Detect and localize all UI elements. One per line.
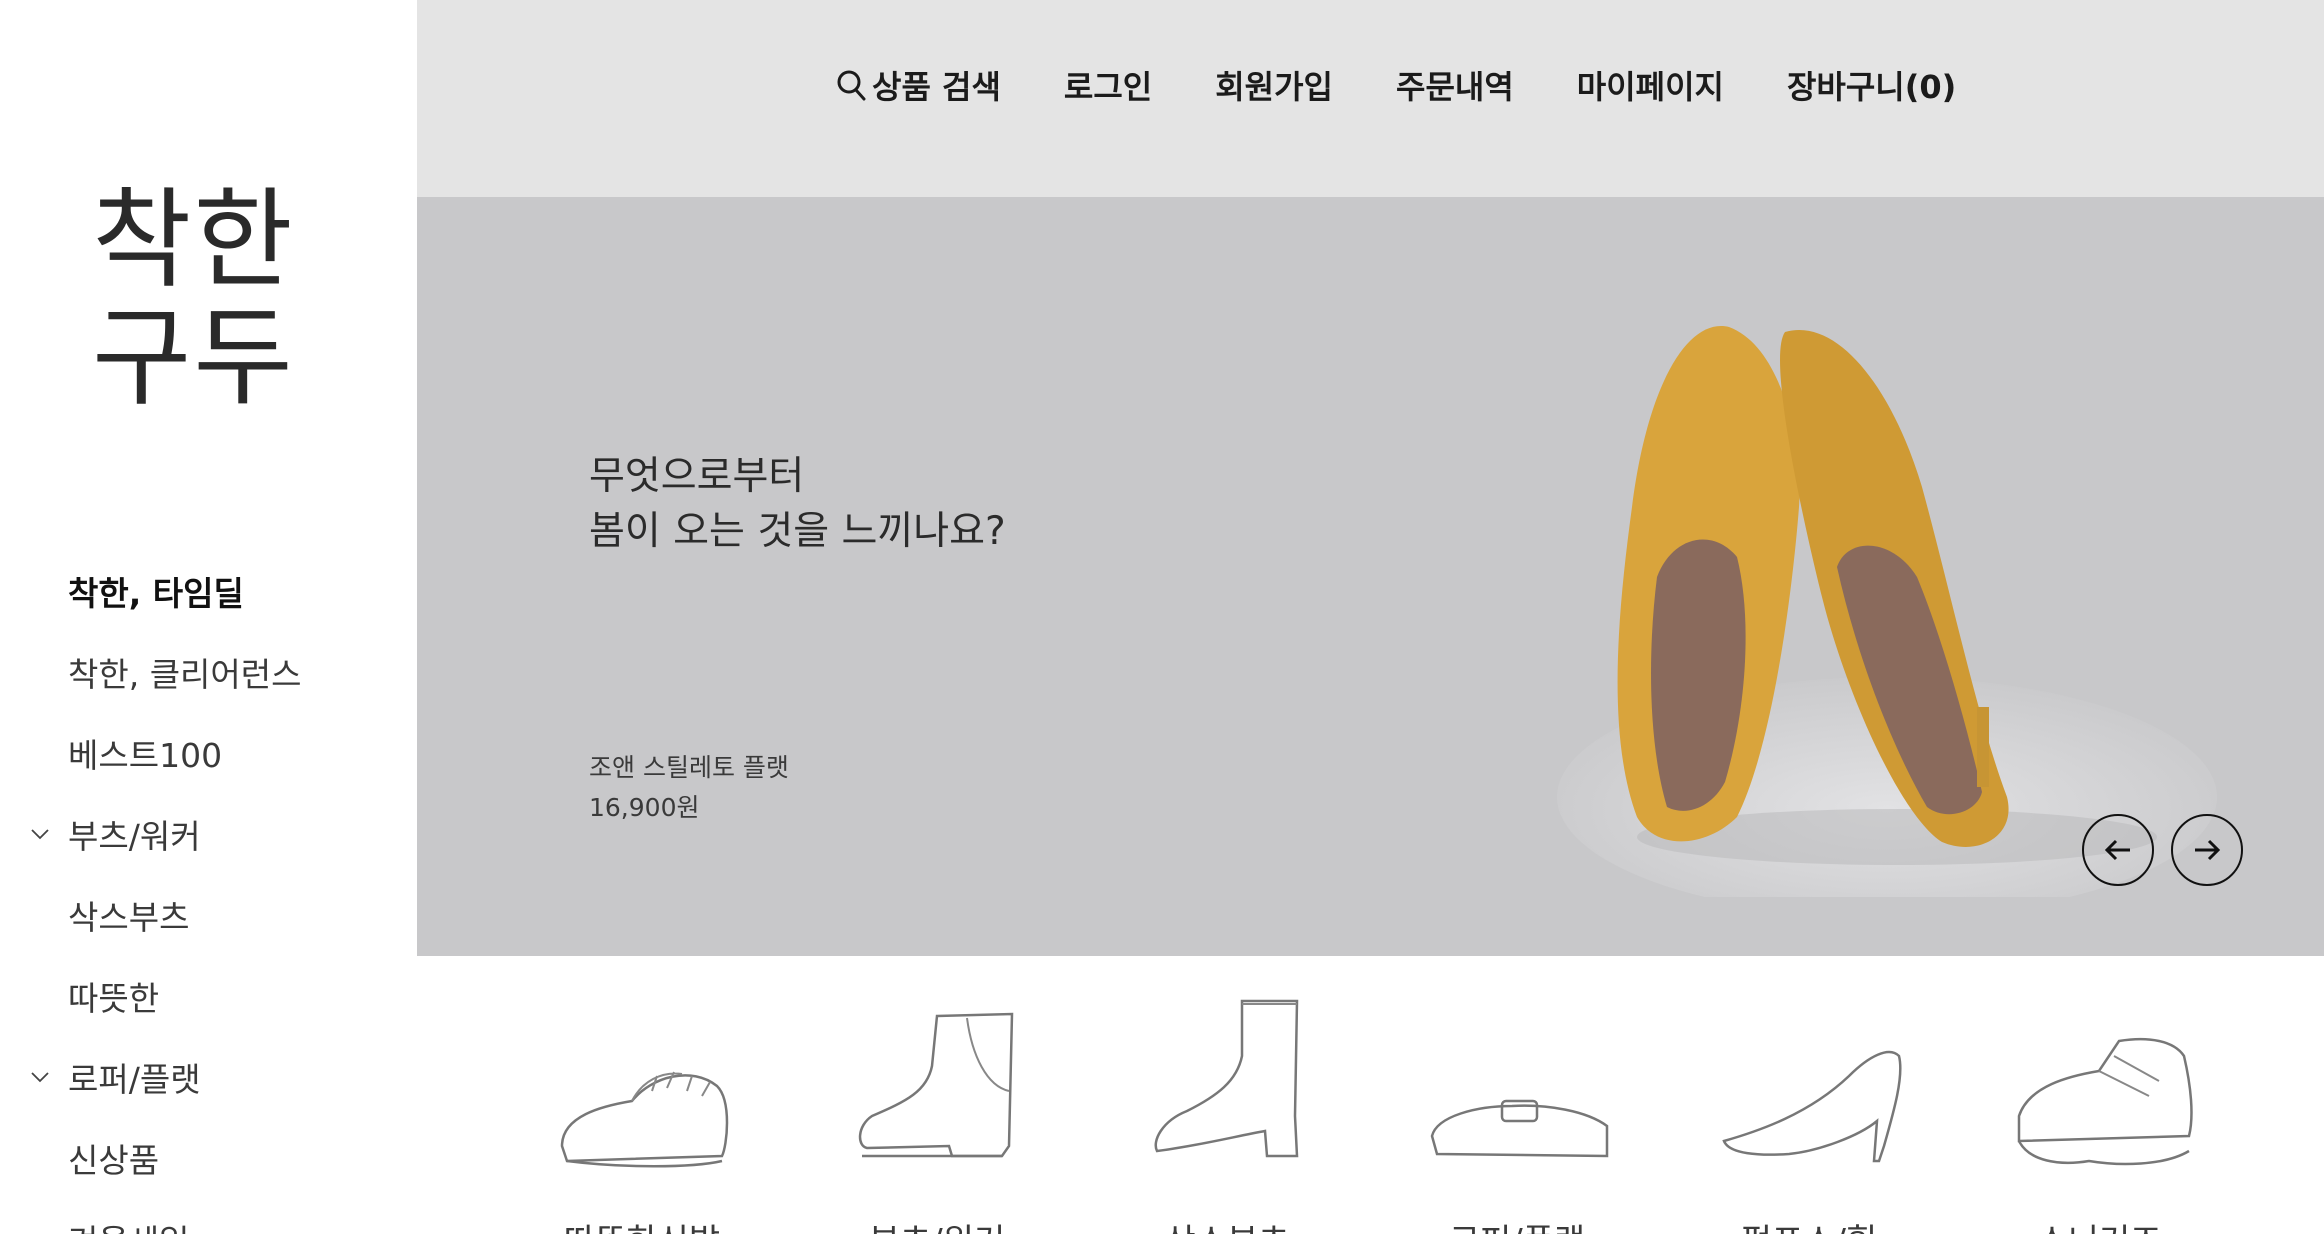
category-warm-shoes[interactable]: 따뜻한신발 (522, 996, 762, 1234)
high-heel-icon (1722, 1050, 1902, 1163)
sidebar-item-boots-walker[interactable]: 부츠/워커 (0, 793, 417, 874)
product-search-link[interactable]: 상품 검색 (836, 62, 1001, 108)
fur-slipper-icon (560, 1071, 729, 1168)
category-sneakers[interactable]: 스니커즈 (1979, 996, 2219, 1234)
category-label: 펌프스/힐 (1689, 1214, 1929, 1234)
category-label: 따뜻한신발 (522, 1214, 762, 1234)
category-pumps-heels[interactable]: 펌프스/힐 (1689, 996, 1929, 1234)
banner-prev-button[interactable] (2082, 814, 2154, 886)
chevron-down-icon[interactable] (30, 824, 50, 844)
banner-product-info[interactable]: 조앤 스틸레토 플랫 16,900원 (589, 748, 789, 828)
sidebar-item-label: 착한, 클리어런스 (68, 654, 302, 694)
signup-link[interactable]: 회원가입 (1215, 62, 1333, 108)
arrow-left-icon (2104, 839, 2130, 861)
loafer-icon (1430, 1099, 1609, 1158)
arrow-right-icon (2195, 839, 2221, 861)
category-label: 부츠/워커 (817, 1214, 1057, 1234)
category-label: 삭스부츠 (1107, 1214, 1347, 1234)
banner-headline-line-1: 무엇으로부터 (589, 454, 805, 499)
category-label: 로퍼/플랫 (1397, 1214, 1637, 1234)
hero-banner[interactable]: 무엇으로부터 봄이 오는 것을 느끼나요? 조앤 스틸레토 플랫 16,900원 (417, 197, 2324, 956)
banner-product-name: 조앤 스틸레토 플랫 (589, 753, 789, 782)
sidebar-item-label: 신상품 (68, 1140, 160, 1180)
sidebar: 착한 구두 착한, 타임딜 착한, 클리어런스 베스트100 부츠/워커 삭스부… (0, 0, 417, 1234)
sidebar-item-label: 착한, 타임딜 (68, 573, 244, 613)
sidebar-item-loafer-flat[interactable]: 로퍼/플랫 (0, 1036, 417, 1117)
sidebar-item-clearance[interactable]: 착한, 클리어런스 (0, 631, 417, 712)
login-link[interactable]: 로그인 (1064, 62, 1152, 108)
sidebar-item-label: 삭스부츠 (68, 897, 190, 937)
sidebar-item-winter-sale[interactable]: 겨울세일 (0, 1198, 417, 1234)
sneaker-icon (2017, 1037, 2193, 1166)
category-socks-boots[interactable]: 삭스부츠 (1107, 996, 1347, 1234)
mypage-link[interactable]: 마이페이지 (1577, 62, 1724, 108)
logo-line-1: 착한 (92, 178, 295, 303)
sidebar-item-warm[interactable]: 따뜻한 (0, 955, 417, 1036)
category-boots-walker[interactable]: 부츠/워커 (817, 996, 1057, 1234)
brand-logo[interactable]: 착한 구두 (92, 182, 322, 418)
sidebar-item-best100[interactable]: 베스트100 (0, 712, 417, 793)
sidebar-item-label: 부츠/워커 (68, 816, 201, 856)
sidebar-item-new[interactable]: 신상품 (0, 1117, 417, 1198)
category-menu: 착한, 타임딜 착한, 클리어런스 베스트100 부츠/워커 삭스부츠 따뜻한 … (0, 550, 417, 1234)
banner-product-price: 16,900원 (589, 793, 700, 822)
chevron-down-icon[interactable] (30, 1067, 50, 1087)
sidebar-item-label: 베스트100 (68, 735, 223, 775)
order-history-link[interactable]: 주문내역 (1396, 62, 1514, 108)
search-label: 상품 검색 (872, 68, 1001, 106)
sidebar-item-socks-boots[interactable]: 삭스부츠 (0, 874, 417, 955)
sidebar-item-timedeal[interactable]: 착한, 타임딜 (0, 550, 417, 631)
sidebar-item-label: 로퍼/플랫 (68, 1059, 201, 1099)
banner-headline: 무엇으로부터 봄이 오는 것을 느끼나요? (589, 449, 1006, 559)
cart-link[interactable]: 장바구니(0) (1787, 62, 1956, 108)
banner-next-button[interactable] (2171, 814, 2243, 886)
sidebar-item-label: 겨울세일 (68, 1215, 189, 1234)
sock-boot-icon (1154, 999, 1299, 1158)
category-shortcuts: 따뜻한신발 부츠/워커 삭스부츠 로퍼/플랫 펌프스/힐 (417, 956, 2324, 1234)
top-nav: 상품 검색 로그인 회원가입 주문내역 마이페이지 장바구니(0) (836, 62, 1956, 108)
sidebar-item-label: 따뜻한 (68, 978, 160, 1018)
category-loafer-flat[interactable]: 로퍼/플랫 (1397, 996, 1637, 1234)
banner-headline-line-2: 봄이 오는 것을 느끼나요? (589, 509, 1006, 554)
chelsea-boot-icon (858, 1012, 1014, 1158)
category-label: 스니커즈 (1979, 1214, 2219, 1234)
banner-shoe-image (1557, 326, 2217, 897)
top-header: 상품 검색 로그인 회원가입 주문내역 마이페이지 장바구니(0) (417, 0, 2324, 197)
search-icon (837, 70, 866, 101)
logo-line-2: 구두 (92, 296, 295, 421)
